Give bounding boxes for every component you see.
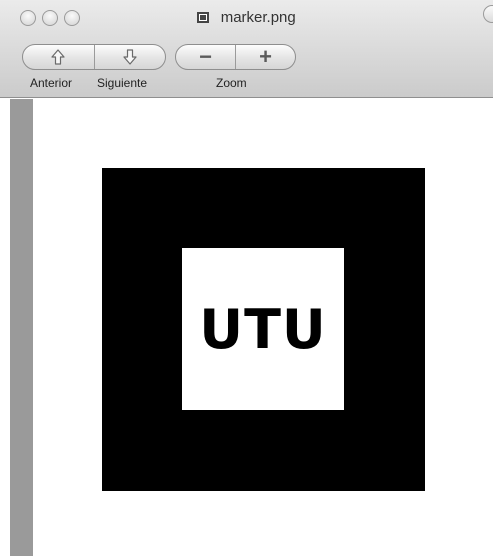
- zoom-label: Zoom: [216, 76, 247, 90]
- zoom-out-button[interactable]: −: [176, 45, 235, 69]
- window-title-bar: marker.png: [0, 9, 493, 29]
- previous-button[interactable]: [23, 45, 94, 69]
- plus-icon: +: [259, 44, 272, 69]
- minus-icon: −: [199, 44, 212, 69]
- marker-image: UTU: [102, 168, 425, 491]
- sidebar-gutter: [10, 99, 33, 556]
- zoom-segmented-control: − +: [175, 44, 296, 70]
- next-button[interactable]: [93, 45, 166, 69]
- zoom-in-button[interactable]: +: [235, 45, 295, 69]
- window-edge: [0, 99, 10, 556]
- image-document-icon: [197, 12, 210, 23]
- up-arrow-icon: [51, 49, 65, 65]
- down-arrow-icon: [123, 49, 137, 65]
- navigation-segmented-control: [22, 44, 166, 70]
- marker-text: UTU: [199, 297, 327, 361]
- window-chrome: marker.png − + Anterior Siguiente Zoom: [0, 0, 493, 98]
- previous-label: Anterior: [30, 76, 73, 90]
- marker-inner-square: UTU: [182, 248, 344, 410]
- window-title: marker.png: [220, 9, 296, 26]
- next-label: Siguiente: [97, 76, 148, 90]
